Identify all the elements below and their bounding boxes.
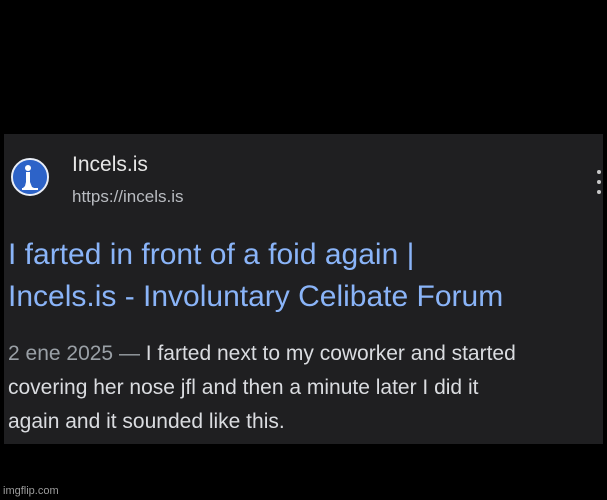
search-result-card: Incels.is https://incels.is I farted in … — [4, 134, 603, 444]
snippet-text: I farted next to my coworker and started — [145, 342, 516, 365]
snippet-separator: — — [113, 342, 146, 365]
more-vert-icon[interactable] — [595, 170, 603, 194]
kebab-dot — [597, 180, 601, 184]
site-name[interactable]: Incels.is — [72, 152, 148, 178]
result-title-link[interactable]: I farted in front of a foid again | Ince… — [8, 234, 593, 318]
snippet-date: 2 ene 2025 — [8, 342, 114, 365]
site-favicon-icon[interactable] — [11, 158, 49, 196]
snippet-line: again and it sounded like this. — [8, 410, 285, 433]
result-title-line[interactable]: Incels.is - Involuntary Celibate Forum — [8, 276, 593, 318]
result-title-line[interactable]: I farted in front of a foid again | — [8, 234, 593, 276]
person-silhouette-icon — [13, 160, 47, 194]
kebab-dot — [597, 190, 601, 194]
result-snippet: 2 ene 2025 — I farted next to my coworke… — [8, 337, 600, 439]
kebab-dot — [597, 170, 601, 174]
site-url[interactable]: https://incels.is — [72, 186, 184, 208]
watermark: imgflip.com — [3, 485, 59, 497]
snippet-line: covering her nose jfl and then a minute … — [8, 376, 479, 399]
snippet-line: 2 ene 2025 — I farted next to my coworke… — [8, 337, 600, 371]
